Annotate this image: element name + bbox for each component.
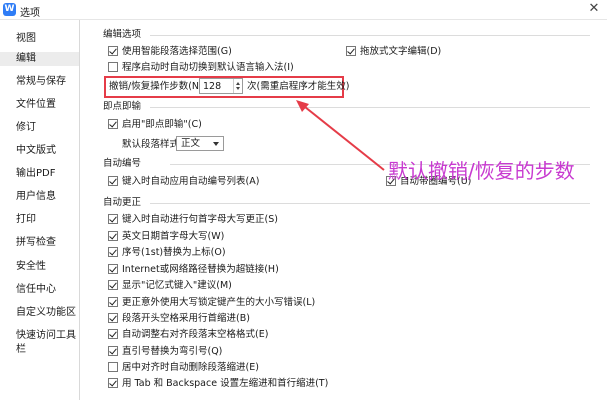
stepper-arrows[interactable] bbox=[233, 79, 242, 93]
auto-correct-item-label: Internet或网络路径替换为超链接(H) bbox=[122, 264, 279, 275]
auto-correct-item-label: 用 Tab 和 Backspace 设置左缩进和首行缩进(T) bbox=[122, 378, 329, 389]
sidebar-item-spell-check[interactable]: 拼写检查 bbox=[16, 236, 76, 250]
undo-steps-value[interactable]: 128 bbox=[203, 80, 221, 93]
chevron-down-icon[interactable] bbox=[213, 142, 219, 146]
sidebar-item-view[interactable]: 视图 bbox=[16, 32, 76, 46]
checkbox-box[interactable] bbox=[108, 280, 118, 290]
window-title: 选项 bbox=[20, 8, 40, 19]
undo-steps-label: 撤销/恢复操作步数(N): bbox=[109, 81, 206, 92]
instant-typing-label: 启用"即点即输"(C) bbox=[122, 119, 202, 130]
stepper-up-icon[interactable] bbox=[236, 82, 240, 85]
checkbox-box[interactable] bbox=[108, 231, 118, 241]
group-title-edit-options: 编辑选项 bbox=[103, 29, 142, 40]
default-style-select[interactable]: 正文 bbox=[176, 136, 224, 151]
checkbox-box[interactable] bbox=[108, 329, 118, 339]
sidebar-item-general-save[interactable]: 常规与保存 bbox=[16, 75, 76, 89]
sidebar-item-edit[interactable]: 编辑 bbox=[0, 52, 79, 66]
smart-select-label: 使用智能段落选择范围(G) bbox=[122, 46, 232, 57]
group-divider bbox=[150, 107, 590, 108]
sidebar-item-file-location[interactable]: 文件位置 bbox=[16, 98, 76, 112]
auto-correct-item-label: 显示"记忆式键入"建议(M) bbox=[122, 280, 232, 291]
group-title-instant-typing: 即点即输 bbox=[103, 101, 142, 112]
auto-correct-item-label: 序号(1st)替换为上标(O) bbox=[122, 247, 226, 258]
stepper-down-icon[interactable] bbox=[236, 87, 240, 90]
group-title-auto-correct: 自动更正 bbox=[103, 197, 142, 208]
sidebar-item-revision[interactable]: 修订 bbox=[16, 121, 76, 135]
annotation-arrow bbox=[296, 100, 385, 171]
sidebar: 视图 编辑 常规与保存 文件位置 修订 中文版式 输出PDF 用户信息 打印 拼… bbox=[0, 20, 80, 400]
auto-switch-ime-label: 程序启动时自动切换到默认语言输入法(I) bbox=[122, 62, 294, 73]
default-style-value: 正文 bbox=[181, 138, 201, 149]
undo-steps-stepper[interactable]: 128 bbox=[199, 78, 243, 94]
sidebar-item-export-pdf[interactable]: 输出PDF bbox=[16, 167, 76, 181]
annotation-text: 默认撤销/恢复的步数 bbox=[388, 159, 575, 183]
drag-drop-label: 拖放式文字编辑(D) bbox=[360, 46, 442, 57]
checkbox-box[interactable] bbox=[108, 119, 118, 129]
sidebar-item-print[interactable]: 打印 bbox=[16, 213, 76, 227]
sidebar-item-user-info[interactable]: 用户信息 bbox=[16, 190, 76, 204]
auto-correct-item-label: 键入时自动进行句首字母大写更正(S) bbox=[122, 214, 278, 225]
group-title-auto-numbering: 自动编号 bbox=[103, 158, 142, 169]
checkbox-box[interactable] bbox=[108, 346, 118, 356]
sidebar-item-chinese-layout[interactable]: 中文版式 bbox=[16, 144, 76, 158]
checkbox-box[interactable] bbox=[346, 46, 356, 56]
undo-steps-suffix: 次(需重启程序才能生效) bbox=[247, 81, 350, 92]
auto-correct-item-label: 自动调整右对齐段落末空格格式(E) bbox=[122, 329, 269, 340]
group-divider bbox=[150, 35, 590, 36]
checkbox-box[interactable] bbox=[108, 378, 118, 388]
title-bar: W 选项 ✕ bbox=[0, 0, 607, 20]
auto-correct-item-label: 段落开头空格采用行首缩进(B) bbox=[122, 313, 250, 324]
sidebar-item-quick-access-toolbar[interactable]: 快速访问工具栏 bbox=[16, 329, 76, 355]
checkbox-box[interactable] bbox=[108, 176, 118, 186]
checkbox-box[interactable] bbox=[108, 46, 118, 56]
sidebar-item-trust-center[interactable]: 信任中心 bbox=[16, 283, 76, 297]
auto-list-label: 键入时自动应用自动编号列表(A) bbox=[122, 176, 260, 187]
checkbox-box[interactable] bbox=[108, 214, 118, 224]
checkbox-box[interactable] bbox=[108, 247, 118, 257]
auto-correct-item-label: 直引号替换为弯引号(Q) bbox=[122, 346, 223, 357]
auto-correct-item-label: 更正意外使用大写锁定键产生的大小写错误(L) bbox=[122, 297, 316, 308]
checkbox-box[interactable] bbox=[108, 62, 118, 72]
sidebar-item-security[interactable]: 安全性 bbox=[16, 260, 76, 274]
checkbox-box[interactable] bbox=[108, 362, 118, 372]
checkbox-box[interactable] bbox=[108, 313, 118, 323]
checkbox-box[interactable] bbox=[108, 264, 118, 274]
auto-correct-item-label: 英文日期首字母大写(W) bbox=[122, 231, 225, 242]
app-logo-icon: W bbox=[3, 3, 16, 16]
auto-correct-item-label: 居中对齐时自动删除段落缩进(E) bbox=[122, 362, 259, 373]
close-icon[interactable]: ✕ bbox=[587, 2, 601, 16]
checkbox-box[interactable] bbox=[108, 297, 118, 307]
sidebar-item-customize-ribbon[interactable]: 自定义功能区 bbox=[16, 306, 76, 320]
group-divider bbox=[150, 203, 590, 204]
